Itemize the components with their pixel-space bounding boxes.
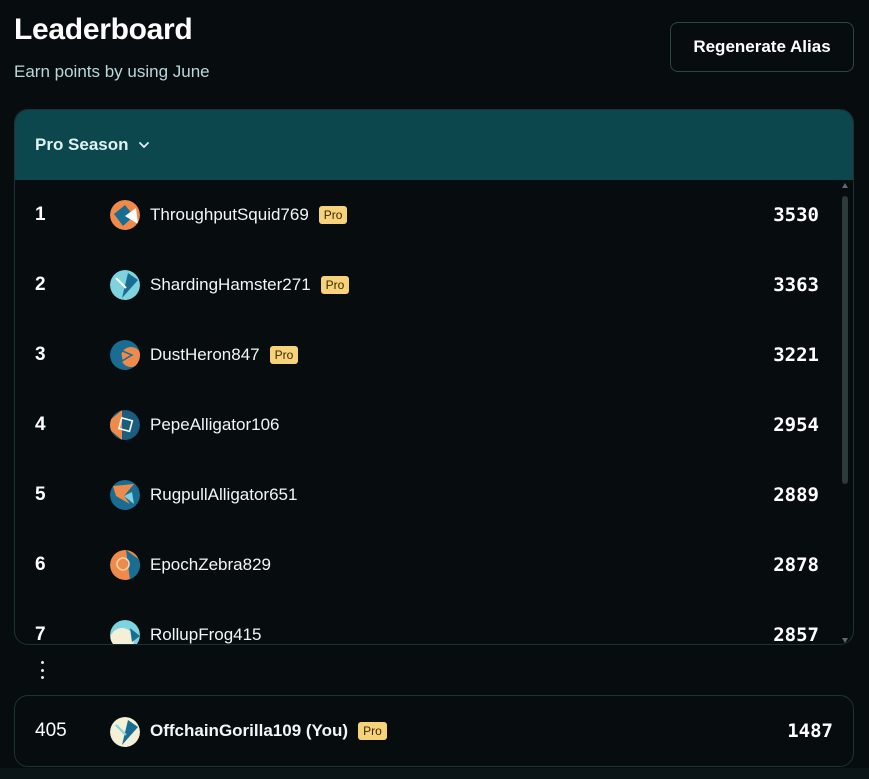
row-name: RollupFrog415 [150, 625, 262, 644]
row-rank: 2 [35, 274, 46, 295]
pro-badge: Pro [320, 276, 350, 294]
row-name: ThroughputSquid769 Pro [150, 205, 348, 225]
pro-badge: Pro [358, 722, 387, 740]
row-rank: 3 [35, 344, 46, 365]
scroll-down-icon[interactable] [842, 638, 848, 643]
leaderboard-row[interactable]: 2 ShardingHamster271 Pro 3363 [15, 250, 835, 320]
leaderboard-row[interactable]: 3 DustHeron847 Pro 3221 [15, 320, 835, 390]
pro-badge: Pro [269, 346, 299, 364]
row-name-label: EpochZebra829 [150, 555, 271, 574]
row-name-label: ShardingHamster271 [150, 275, 311, 294]
scroll-up-icon[interactable] [842, 183, 848, 188]
row-name: ShardingHamster271 Pro [150, 275, 350, 295]
row-points: 2857 [773, 624, 819, 645]
leaderboard-panel: Pro Season 7 RollupFrog415 2857 6 EpochZ… [14, 109, 854, 645]
user-rank: 405 [35, 720, 67, 741]
user-name-label: OffchainGorilla109 (You) [150, 721, 349, 740]
row-name-label: DustHeron847 [150, 345, 260, 364]
user-name: OffchainGorilla109 (You) Pro [150, 721, 387, 741]
avatar [110, 480, 140, 510]
season-dropdown-label: Pro Season [35, 135, 129, 154]
row-name-label: ThroughputSquid769 [150, 205, 309, 224]
leaderboard-row[interactable]: 6 EpochZebra829 2878 [15, 530, 835, 600]
page-subtitle: Earn points by using June [14, 62, 210, 81]
row-points: 3221 [773, 344, 819, 366]
page-title: Leaderboard [14, 13, 193, 46]
season-dropdown[interactable]: Pro Season [35, 135, 151, 155]
avatar [110, 200, 140, 230]
row-name-label: RugpullAlligator651 [150, 485, 298, 504]
row-rank: 1 [35, 204, 46, 225]
scrollbar-thumb[interactable] [842, 196, 848, 484]
pro-badge: Pro [318, 206, 348, 224]
row-points: 3530 [773, 204, 819, 226]
leaderboard-row[interactable]: 4 PepeAlligator106 2954 [15, 390, 835, 460]
leaderboard-list[interactable]: 7 RollupFrog415 2857 6 EpochZebra829 287… [15, 180, 853, 645]
more-vertical-icon [36, 659, 48, 681]
row-rank: 5 [35, 484, 46, 505]
avatar [110, 410, 140, 440]
current-user-row[interactable]: 405 OffchainGorilla109 (You) Pro 1487 [14, 695, 854, 767]
scrollbar[interactable] [841, 180, 849, 644]
row-name: RugpullAlligator651 [150, 485, 297, 505]
avatar [110, 717, 140, 747]
avatar [110, 620, 140, 644]
row-name: DustHeron847 Pro [150, 345, 299, 365]
row-points: 2878 [773, 554, 819, 576]
leaderboard-row[interactable]: 5 RugpullAlligator651 2889 [15, 460, 835, 530]
chevron-down-icon [138, 142, 149, 148]
leaderboard-row[interactable]: 7 RollupFrog415 2857 [15, 600, 835, 645]
avatar [110, 550, 140, 580]
row-rank: 4 [35, 414, 46, 435]
page-header: Leaderboard Earn points by using June [14, 12, 210, 82]
bottom-bar [0, 768, 869, 779]
regenerate-alias-button[interactable]: Regenerate Alias [670, 22, 854, 72]
row-name-label: RollupFrog415 [150, 625, 262, 644]
row-points: 2889 [773, 484, 819, 506]
row-name: EpochZebra829 [150, 555, 271, 575]
row-rank: 7 [35, 624, 46, 645]
leaderboard-row[interactable]: 1 ThroughputSquid769 Pro 3530 [15, 180, 835, 250]
row-name: PepeAlligator106 [150, 415, 279, 435]
row-name-label: PepeAlligator106 [150, 415, 280, 434]
user-points: 1487 [787, 720, 833, 742]
avatar [110, 340, 140, 370]
row-points: 3363 [773, 274, 819, 296]
avatar [110, 270, 140, 300]
row-points: 2954 [773, 414, 819, 436]
row-rank: 6 [35, 554, 46, 575]
leaderboard-header: Pro Season [15, 110, 853, 180]
